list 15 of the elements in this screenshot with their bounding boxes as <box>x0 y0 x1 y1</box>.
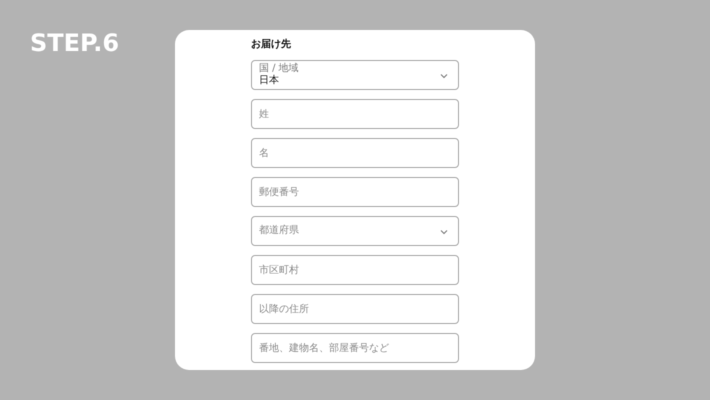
input-field[interactable]: 姓 <box>251 99 459 129</box>
input-field[interactable]: 番地、建物名、部屋番号など <box>251 333 459 363</box>
select-field[interactable]: 都道府県 <box>251 216 459 246</box>
input-field[interactable]: 以降の住所 <box>251 294 459 324</box>
input-field[interactable]: 市区町村 <box>251 255 459 285</box>
select-field[interactable]: 国 / 地域 日本 <box>251 60 459 90</box>
field-label: 国 / 地域 <box>259 63 299 74</box>
field-placeholder: 都道府県 <box>259 225 299 237</box>
field-value: 日本 <box>259 75 279 87</box>
step-heading: STEP.6 <box>30 28 120 58</box>
input-field[interactable]: 名 <box>251 138 459 168</box>
chevron-down-icon <box>440 229 448 235</box>
chevron-down-icon <box>440 73 448 79</box>
input-field[interactable]: 郵便番号 <box>251 177 459 207</box>
form-title: お届け先 <box>251 38 291 52</box>
